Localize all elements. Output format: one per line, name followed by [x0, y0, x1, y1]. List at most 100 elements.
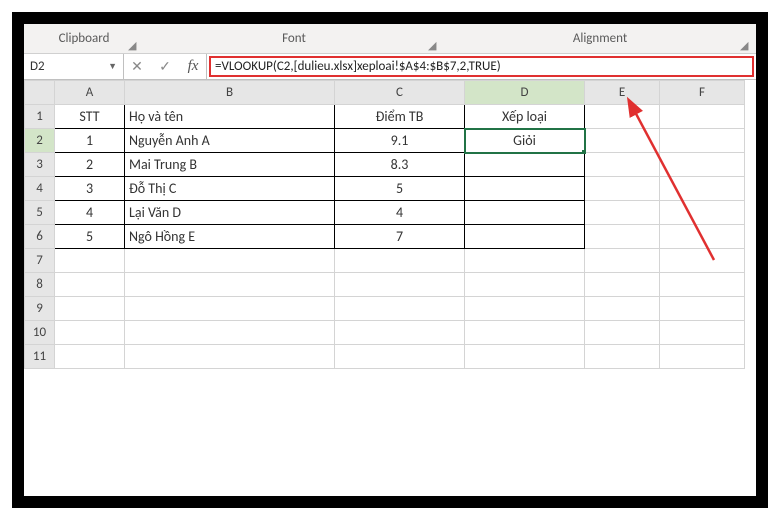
cell-D3[interactable]	[465, 153, 585, 177]
select-all-corner[interactable]	[25, 81, 55, 105]
formula-input[interactable]: =VLOOKUP(C2,[dulieu.xlsx]xeploai!$A$4:$B…	[209, 56, 754, 77]
cell-E7[interactable]	[585, 249, 660, 273]
row-header-4[interactable]: 4	[25, 177, 55, 201]
cell-A7[interactable]	[55, 249, 125, 273]
cell-D2[interactable]: Giỏi	[465, 129, 585, 153]
alignment-dialog-launcher-icon[interactable]: ◢	[740, 39, 752, 51]
cell-D6[interactable]	[465, 225, 585, 249]
fill-handle[interactable]	[581, 149, 585, 153]
cell-E11[interactable]	[585, 345, 660, 369]
cell-D10[interactable]	[465, 321, 585, 345]
cell-F9[interactable]	[660, 297, 745, 321]
cell-D11[interactable]	[465, 345, 585, 369]
col-header-A[interactable]: A	[55, 81, 125, 105]
cell-A10[interactable]	[55, 321, 125, 345]
row-header-7[interactable]: 7	[25, 249, 55, 273]
cell-F2[interactable]	[660, 129, 745, 153]
col-header-B[interactable]: B	[125, 81, 335, 105]
font-dialog-launcher-icon[interactable]: ◢	[428, 39, 440, 51]
cell-C2[interactable]: 9.1	[335, 129, 465, 153]
cell-F1[interactable]	[660, 105, 745, 129]
cell-E10[interactable]	[585, 321, 660, 345]
cell-A11[interactable]	[55, 345, 125, 369]
cell-F8[interactable]	[660, 273, 745, 297]
col-header-F[interactable]: F	[660, 81, 745, 105]
cell-D8[interactable]	[465, 273, 585, 297]
cell-B5[interactable]: Lại Văn D	[125, 201, 335, 225]
cell-E2[interactable]	[585, 129, 660, 153]
cell-F3[interactable]	[660, 153, 745, 177]
cell-A5[interactable]: 4	[55, 201, 125, 225]
cell-A3[interactable]: 2	[55, 153, 125, 177]
cell-F10[interactable]	[660, 321, 745, 345]
spreadsheet-grid[interactable]: A B C D E F 1 STT Họ và tên Điểm TB Xếp …	[24, 80, 756, 369]
row-header-10[interactable]: 10	[25, 321, 55, 345]
name-box[interactable]: D2 ▼	[24, 54, 124, 79]
cell-B4[interactable]: Đỗ Thị C	[125, 177, 335, 201]
cell-D9[interactable]	[465, 297, 585, 321]
cell-F4[interactable]	[660, 177, 745, 201]
row-header-1[interactable]: 1	[25, 105, 55, 129]
cell-C9[interactable]	[335, 297, 465, 321]
insert-function-button[interactable]: fx	[184, 58, 202, 75]
cell-A1[interactable]: STT	[55, 105, 125, 129]
cell-B11[interactable]	[125, 345, 335, 369]
row-header-11[interactable]: 11	[25, 345, 55, 369]
cell-F6[interactable]	[660, 225, 745, 249]
ribbon-group-font: Font ◢	[144, 24, 444, 53]
cell-B8[interactable]	[125, 273, 335, 297]
cell-C3[interactable]: 8.3	[335, 153, 465, 177]
cell-C1[interactable]: Điểm TB	[335, 105, 465, 129]
cell-C5[interactable]: 4	[335, 201, 465, 225]
cell-B6[interactable]: Ngô Hồng E	[125, 225, 335, 249]
row-header-2[interactable]: 2	[25, 129, 55, 153]
cell-A4[interactable]: 3	[55, 177, 125, 201]
ribbon-group-alignment: Alignment ◢	[444, 24, 756, 53]
cell-D2-value: Giỏi	[513, 132, 536, 149]
cell-D7[interactable]	[465, 249, 585, 273]
cell-F5[interactable]	[660, 201, 745, 225]
row-header-5[interactable]: 5	[25, 201, 55, 225]
formula-bar-row: D2 ▼ ✕ ✓ fx =VLOOKUP(C2,[dulieu.xlsx]xep…	[24, 54, 756, 80]
cell-A2[interactable]: 1	[55, 129, 125, 153]
cell-E4[interactable]	[585, 177, 660, 201]
formula-enter-button[interactable]: ✓	[156, 58, 174, 75]
cell-E3[interactable]	[585, 153, 660, 177]
cell-C8[interactable]	[335, 273, 465, 297]
cell-E6[interactable]	[585, 225, 660, 249]
row-header-9[interactable]: 9	[25, 297, 55, 321]
clipboard-dialog-launcher-icon[interactable]: ◢	[128, 39, 140, 51]
cell-E1[interactable]	[585, 105, 660, 129]
cell-B9[interactable]	[125, 297, 335, 321]
cell-C10[interactable]	[335, 321, 465, 345]
cell-E5[interactable]	[585, 201, 660, 225]
cell-A6[interactable]: 5	[55, 225, 125, 249]
cell-E8[interactable]	[585, 273, 660, 297]
col-header-D[interactable]: D	[465, 81, 585, 105]
cell-C4[interactable]: 5	[335, 177, 465, 201]
row-header-8[interactable]: 8	[25, 273, 55, 297]
cell-E9[interactable]	[585, 297, 660, 321]
cell-B10[interactable]	[125, 321, 335, 345]
name-box-dropdown-icon[interactable]: ▼	[108, 61, 117, 72]
row-header-6[interactable]: 6	[25, 225, 55, 249]
cell-D5[interactable]	[465, 201, 585, 225]
cell-D4[interactable]	[465, 177, 585, 201]
ribbon-group-clipboard: Clipboard ◢	[24, 24, 144, 53]
formula-cancel-button[interactable]: ✕	[128, 58, 146, 75]
cell-C7[interactable]	[335, 249, 465, 273]
cell-B7[interactable]	[125, 249, 335, 273]
cell-F7[interactable]	[660, 249, 745, 273]
cell-B1[interactable]: Họ và tên	[125, 105, 335, 129]
cell-A8[interactable]	[55, 273, 125, 297]
cell-B2[interactable]: Nguyễn Anh A	[125, 129, 335, 153]
row-header-3[interactable]: 3	[25, 153, 55, 177]
cell-B3[interactable]: Mai Trung B	[125, 153, 335, 177]
cell-C6[interactable]: 7	[335, 225, 465, 249]
cell-A9[interactable]	[55, 297, 125, 321]
cell-D1[interactable]: Xếp loại	[465, 105, 585, 129]
col-header-C[interactable]: C	[335, 81, 465, 105]
cell-C11[interactable]	[335, 345, 465, 369]
col-header-E[interactable]: E	[585, 81, 660, 105]
cell-F11[interactable]	[660, 345, 745, 369]
